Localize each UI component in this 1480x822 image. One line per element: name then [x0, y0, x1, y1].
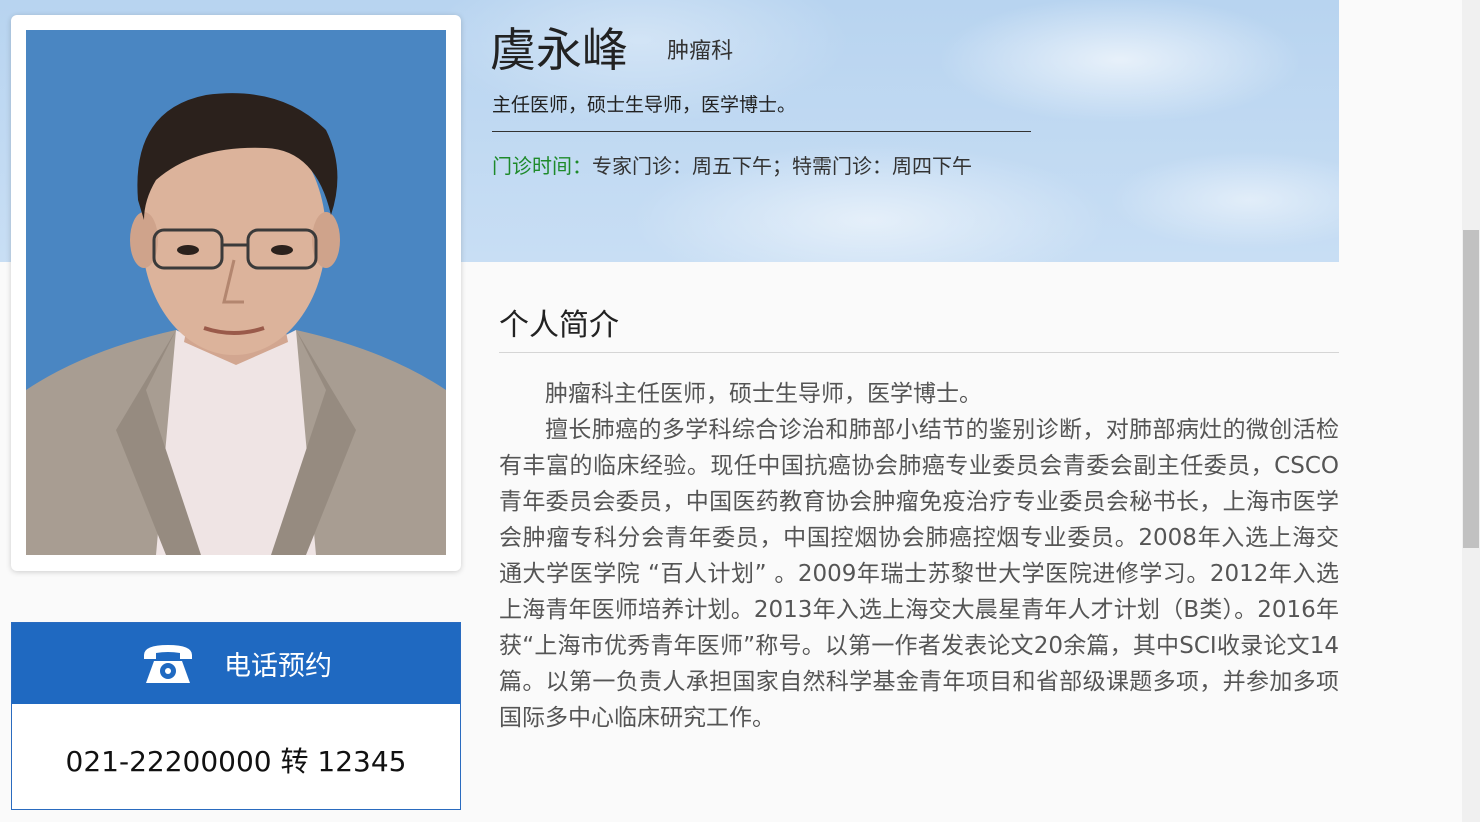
title-divider [492, 131, 1031, 132]
doctor-department: 肿瘤科 [667, 39, 734, 64]
profile-text: 肿瘤科主任医师，硕士生导师，医学博士。 擅长肺癌的多学科综合诊治和肺部小结节的鉴… [499, 376, 1339, 736]
doctor-photo-card [11, 15, 461, 571]
phone-booking-button[interactable]: 电话预约 [12, 623, 460, 704]
phone-booking-label: 电话预约 [224, 651, 332, 682]
scrollbar-thumb[interactable] [1463, 230, 1479, 548]
doctor-title: 主任医师，硕士生导师，医学博士。 [492, 94, 797, 116]
profile-paragraph: 擅长肺癌的多学科综合诊治和肺部小结节的鉴别诊断，对肺部病灶的微创活检有丰富的临床… [499, 417, 1339, 731]
clinic-hours: 门诊时间：专家门诊：周五下午；特需门诊：周四下午 [492, 150, 972, 179]
profile-heading: 个人简介 [499, 308, 619, 343]
phone-booking-panel: 电话预约 021-22200000 转 12345 [11, 622, 461, 810]
vertical-scrollbar[interactable] [1462, 0, 1480, 822]
doctor-name: 虞永峰 [490, 23, 628, 77]
clinic-hours-value: 专家门诊：周五下午；特需门诊：周四下午 [592, 154, 972, 178]
telephone-icon [140, 641, 196, 687]
clinic-hours-label: 门诊时间： [492, 154, 592, 178]
doctor-name-row: 虞永峰 肿瘤科 [490, 14, 734, 77]
profile-divider [499, 352, 1339, 353]
phone-number: 021-22200000 转 12345 [65, 745, 407, 778]
doctor-photo [26, 30, 446, 555]
profile-paragraph: 肿瘤科主任医师，硕士生导师，医学博士。 [545, 381, 982, 407]
